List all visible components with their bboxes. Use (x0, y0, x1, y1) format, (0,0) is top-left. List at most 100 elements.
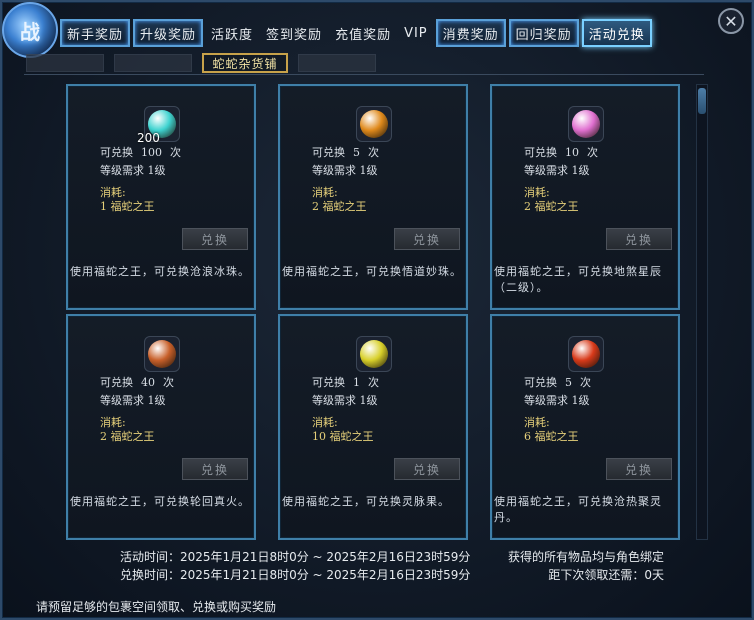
can-exchange-label: 可兑换 (100, 376, 133, 389)
item-description: 使用福蛇之王，可兑换地煞星辰（二级）。 (494, 265, 662, 294)
tab-signin-reward[interactable]: 签到奖励 (261, 19, 327, 47)
item-orb (360, 340, 388, 368)
exchange-count: 5 (565, 376, 572, 389)
exchange-button[interactable]: 兑换 (394, 458, 460, 480)
scrollbar-track[interactable] (696, 84, 708, 540)
level-req-label: 等级需求 (100, 164, 144, 177)
close-icon[interactable]: ✕ (718, 8, 744, 34)
level-value: 1级 (147, 164, 166, 177)
level-value: 1级 (571, 164, 590, 177)
can-exchange-label: 可兑换 (524, 146, 557, 159)
level-value: 1级 (571, 394, 590, 407)
red-orb-icon[interactable] (568, 336, 604, 372)
level-req-label: 等级需求 (312, 164, 356, 177)
exchange-button[interactable]: 兑换 (394, 228, 460, 250)
item-card: 可兑换 1 次等级需求 1级 消耗: 10 福蛇之王 兑换 使用福蛇之王，可兑换灵脉果。 (278, 314, 468, 540)
exchange-button[interactable]: 兑换 (606, 228, 672, 250)
can-exchange-label: 可兑换 (312, 376, 345, 389)
cost-value: 1 福蛇之王 (100, 200, 155, 213)
tab-return-reward[interactable]: 回归奖励 (508, 19, 579, 47)
can-exchange-label: 可兑换 (100, 146, 133, 159)
item-quantity: 200 (137, 131, 160, 145)
item-card: 可兑换 5 次等级需求 1级 消耗: 6 福蛇之王 兑换 使用福蛇之王，可兑换沧热聚灵丹。 (490, 314, 680, 540)
tab-recharge-reward[interactable]: 充值奖励 (330, 19, 396, 47)
subtab-2[interactable] (114, 54, 192, 72)
bind-info: 获得的所有物品均与角色绑定 距下次领取还需：0天 (508, 548, 664, 584)
cost-value: 6 福蛇之王 (524, 430, 579, 443)
next-claim: 距下次领取还需：0天 (548, 568, 665, 582)
level-value: 1级 (147, 394, 166, 407)
level-row: 等级需求 1级 (100, 392, 166, 408)
level-value: 1级 (359, 394, 378, 407)
level-req-label: 等级需求 (524, 164, 568, 177)
times-label: 次 (587, 146, 598, 159)
cost-value: 2 福蛇之王 (100, 430, 155, 443)
item-card: 可兑换 5 次等级需求 1级 消耗: 2 福蛇之王 兑换 使用福蛇之王，可兑换悟道妙珠。 (278, 84, 468, 310)
flame-emblem-icon[interactable] (144, 336, 180, 372)
level-req-label: 等级需求 (100, 394, 144, 407)
level-row: 等级需求 1级 (524, 392, 590, 408)
exchange-button[interactable]: 兑换 (182, 228, 248, 250)
exchange-count: 100 (141, 146, 162, 159)
exchange-count-row: 可兑换 1 次 (312, 374, 379, 390)
item-description: 使用福蛇之王，可兑换灵脉果。 (282, 495, 450, 508)
item-description: 使用福蛇之王，可兑换轮回真火。 (70, 495, 250, 508)
times-label: 次 (170, 146, 181, 159)
bind-note: 获得的所有物品均与角色绑定 (508, 550, 665, 564)
tab-consume-reward[interactable]: 消费奖励 (435, 19, 506, 47)
scrollbar-thumb[interactable] (698, 88, 706, 114)
cost-value: 2 福蛇之王 (524, 200, 579, 213)
pink-orb-icon[interactable] (568, 106, 604, 142)
times-label: 次 (163, 376, 174, 389)
exchange-window: 战 ✕ 新手奖励 升级奖励 活跃度 签到奖励 充值奖励 VIP 消费奖励 回归奖… (0, 0, 754, 620)
tab-vip[interactable]: VIP (399, 19, 433, 47)
activity-time: 活动时间：2025年1月21日8时0分 ~ 2025年2月16日23时59分 (120, 550, 471, 564)
item-orb (360, 110, 388, 138)
exchange-button[interactable]: 兑换 (182, 458, 248, 480)
tab-levelup-reward[interactable]: 升级奖励 (133, 19, 204, 47)
subtab-snake-shop[interactable]: 蛇蛇杂货铺 (202, 53, 288, 73)
exchange-count-row: 可兑换 10 次 (524, 144, 598, 160)
level-row: 等级需求 1级 (524, 162, 590, 178)
tab-newbie-reward[interactable]: 新手奖励 (60, 19, 131, 47)
exchange-count: 5 (353, 146, 360, 159)
exchange-count: 10 (565, 146, 579, 159)
fire-orb-icon[interactable] (356, 106, 392, 142)
subtab-4[interactable] (298, 54, 376, 72)
exchange-count-row: 可兑换 40 次 (100, 374, 174, 390)
level-row: 等级需求 1级 (312, 392, 378, 408)
can-exchange-label: 可兑换 (524, 376, 557, 389)
exchange-count: 40 (141, 376, 155, 389)
cost-value: 10 福蛇之王 (312, 430, 374, 443)
item-description: 使用福蛇之王，可兑换沧热聚灵丹。 (494, 495, 662, 524)
tab-activity[interactable]: 活跃度 (206, 19, 258, 47)
cost-value: 2 福蛇之王 (312, 200, 367, 213)
item-card: 200 可兑换 100 次等级需求 1级 消耗: 1 福蛇之王 兑换 使用福蛇之王，可兑换沧浪… (66, 84, 256, 310)
subtab-1[interactable] (26, 54, 104, 72)
exchange-count: 1 (353, 376, 360, 389)
yellow-flower-icon[interactable] (356, 336, 392, 372)
level-value: 1级 (359, 164, 378, 177)
reward-tab-bar: 新手奖励 升级奖励 活跃度 签到奖励 充值奖励 VIP 消费奖励 回归奖励 活动… (60, 18, 655, 48)
exchange-count-row: 可兑换 5 次 (312, 144, 379, 160)
level-row: 等级需求 1级 (100, 162, 166, 178)
exchange-time: 兑换时间：2025年1月21日8时0分 ~ 2025年2月16日23时59分 (120, 568, 471, 582)
item-orb (572, 110, 600, 138)
times-label: 次 (368, 376, 379, 389)
shop-subtab-bar: 蛇蛇杂货铺 (26, 52, 386, 74)
level-req-label: 等级需求 (524, 394, 568, 407)
bag-note: 请预留足够的包裹空间领取、兑换或购买奖励 (36, 600, 277, 614)
item-description: 使用福蛇之王，可兑换悟道妙珠。 (282, 265, 462, 278)
item-card: 可兑换 10 次等级需求 1级 消耗: 2 福蛇之王 兑换 使用福蛇之王，可兑换地煞星辰（二… (490, 84, 680, 310)
level-row: 等级需求 1级 (312, 162, 378, 178)
item-orb (148, 340, 176, 368)
exchange-count-row: 可兑换 100 次 (100, 144, 181, 160)
item-description: 使用福蛇之王，可兑换沧浪冰珠。 (70, 265, 250, 278)
can-exchange-label: 可兑换 (312, 146, 345, 159)
exchange-count-row: 可兑换 5 次 (524, 374, 591, 390)
times-label: 次 (368, 146, 379, 159)
exchange-button[interactable]: 兑换 (606, 458, 672, 480)
teal-orb-icon[interactable]: 200 (137, 106, 180, 145)
tab-event-exchange[interactable]: 活动兑换 (581, 19, 652, 47)
item-orb (572, 340, 600, 368)
